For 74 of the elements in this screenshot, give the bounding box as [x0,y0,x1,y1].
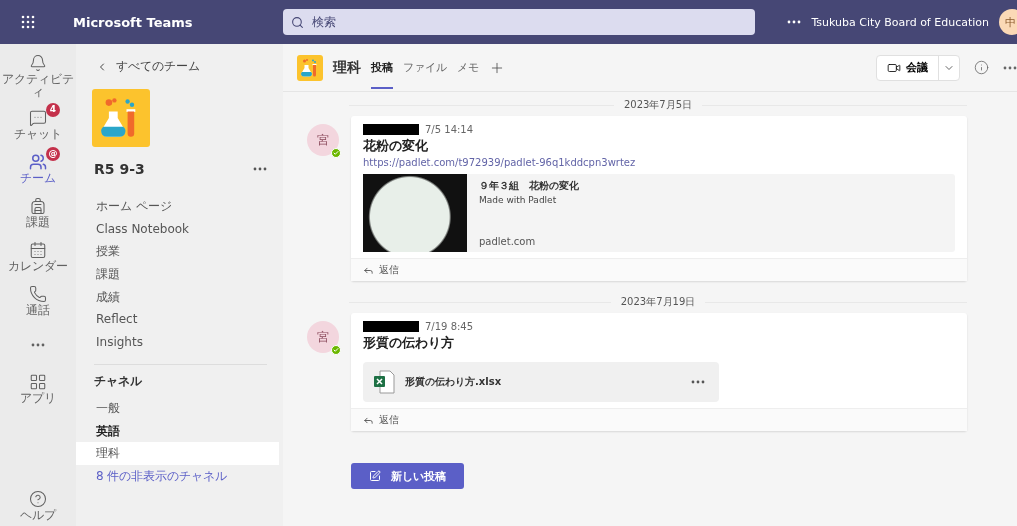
file-attachment[interactable]: 形質の伝わり方.xlsx [363,362,719,402]
nav-item[interactable]: Insights [76,331,279,354]
channel-name: 理科 [333,58,361,77]
channel-tab[interactable]: 投稿 [371,46,393,89]
post-title: 花粉の変化 [363,137,429,155]
preview-domain: padlet.com [479,236,537,247]
nav-item[interactable]: ホーム ページ [76,195,279,218]
more-icon[interactable] [31,343,45,348]
more-icon[interactable] [787,20,802,24]
post-title: 形質の伝わり方 [363,334,455,352]
back-link[interactable]: すべてのチーム [96,58,279,75]
preview-title: ９年３組 花粉の変化 [479,179,579,193]
phone-icon [29,285,47,304]
rail-button[interactable]: アプリ [0,369,76,410]
nav-item[interactable]: Class Notebook [76,217,279,241]
presence-icon [331,345,341,355]
bell-icon [29,54,47,72]
reply-button[interactable]: 返信 [351,258,967,281]
post-time: 7/5 14:14 [425,124,474,135]
chat-icon [29,109,47,128]
help-button[interactable]: ヘルプ [0,486,76,526]
more-icon[interactable] [1003,65,1017,70]
more-icon[interactable] [691,380,705,384]
rail-button[interactable]: 通話 [0,281,76,322]
rail-button[interactable]: 課題 [0,193,76,234]
search-icon [291,15,304,29]
teams-icon [29,153,47,172]
reply-button[interactable]: 返信 [351,408,967,431]
new-post-button[interactable]: 新しい投稿 [351,463,464,489]
app-launcher-icon[interactable] [21,15,35,29]
app-title: Microsoft Teams [72,14,194,30]
rail-button[interactable]: アクティビティ [0,52,76,102]
rail-button[interactable]: チャット 4 [0,105,76,146]
post-link[interactable]: https://padlet.com/t972939/padlet-96q1kddcpn3wrtez [363,157,955,168]
channel-item[interactable]: 一般 [76,396,279,420]
help-icon [29,489,47,508]
organization-name: Tsukuba City Board of Education [811,15,989,29]
hidden-channels-link[interactable]: 8 件の非表示のチャネル [96,464,279,487]
redaction-bar [363,321,419,332]
meet-button[interactable]: 会議 [877,55,939,80]
date-divider: 2023年7月5日 [623,98,693,112]
spreadsheet-file-icon [373,370,395,394]
user-avatar[interactable]: 中 [999,9,1017,35]
rail-button[interactable]: カレンダー [0,237,76,278]
calendar-icon [29,241,47,260]
presence-icon [331,148,341,158]
redaction-bar [363,124,419,135]
backpack-icon [29,197,47,216]
nav-item[interactable]: Reflect [76,308,279,332]
apps-icon [29,373,47,392]
compose-icon [369,470,381,482]
notification-badge: 4 [46,103,60,118]
channel-tab[interactable]: ファイル [403,46,447,89]
search-input[interactable]: 検索 [310,14,747,30]
more-icon[interactable] [253,167,267,171]
channel-item[interactable]: 英語 [76,419,279,443]
nav-item[interactable]: 授業 [76,240,279,264]
notification-badge: @ [46,147,60,162]
channel-tab[interactable]: メモ [457,46,479,89]
team-name: R5 9-3 [94,161,145,177]
rail-button[interactable]: チーム @ [0,149,76,190]
info-icon [974,60,989,75]
post-time: 7/19 8:45 [425,321,474,332]
date-divider: 2023年7月19日 [620,295,696,309]
author-avatar[interactable]: 宮 [307,124,339,156]
channel-item[interactable]: 理科 [76,442,279,465]
nav-item[interactable]: 成績 [76,285,279,309]
file-name: 形質の伝わり方.xlsx [405,375,503,389]
channels-heading: チャネル [94,372,143,390]
link-preview[interactable]: ９年３組 花粉の変化 Made with Padlet padlet.com [363,174,955,252]
preview-subtitle: Made with Padlet [479,195,558,205]
nav-item[interactable]: 課題 [76,263,279,286]
search-field[interactable]: 検索 [283,9,755,35]
author-avatar[interactable]: 宮 [307,321,339,353]
